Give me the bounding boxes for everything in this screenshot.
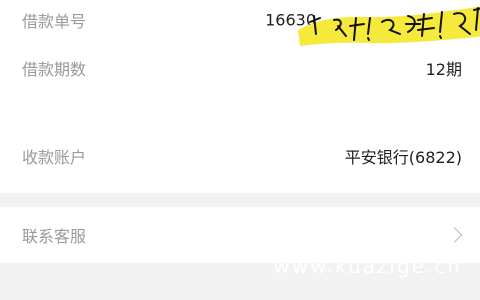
contact-support-label: 联系客服 [22, 227, 87, 246]
contact-support-row[interactable]: 联系客服 [0, 215, 480, 255]
receiving-account-value: 平安银行(6822) [344, 148, 462, 167]
loan-details-card: 借款单号 16630 借款期数 12期 收款账户 平安银行(6822) [0, 0, 480, 193]
loan-number-value: 16630 [265, 10, 316, 30]
watermark: www.kuazige.cn [273, 254, 462, 278]
loan-term-label: 借款期数 [22, 60, 87, 79]
loan-number-label: 借款单号 [22, 12, 87, 31]
loan-number-row: 借款单号 16630 [0, 0, 480, 40]
loan-term-value: 12期 [425, 60, 462, 79]
receiving-account-label: 收款账户 [22, 148, 87, 167]
receiving-account-row: 收款账户 平安银行(6822) [0, 136, 480, 176]
chevron-right-icon [446, 227, 463, 243]
loan-term-row: 借款期数 12期 [0, 48, 480, 88]
